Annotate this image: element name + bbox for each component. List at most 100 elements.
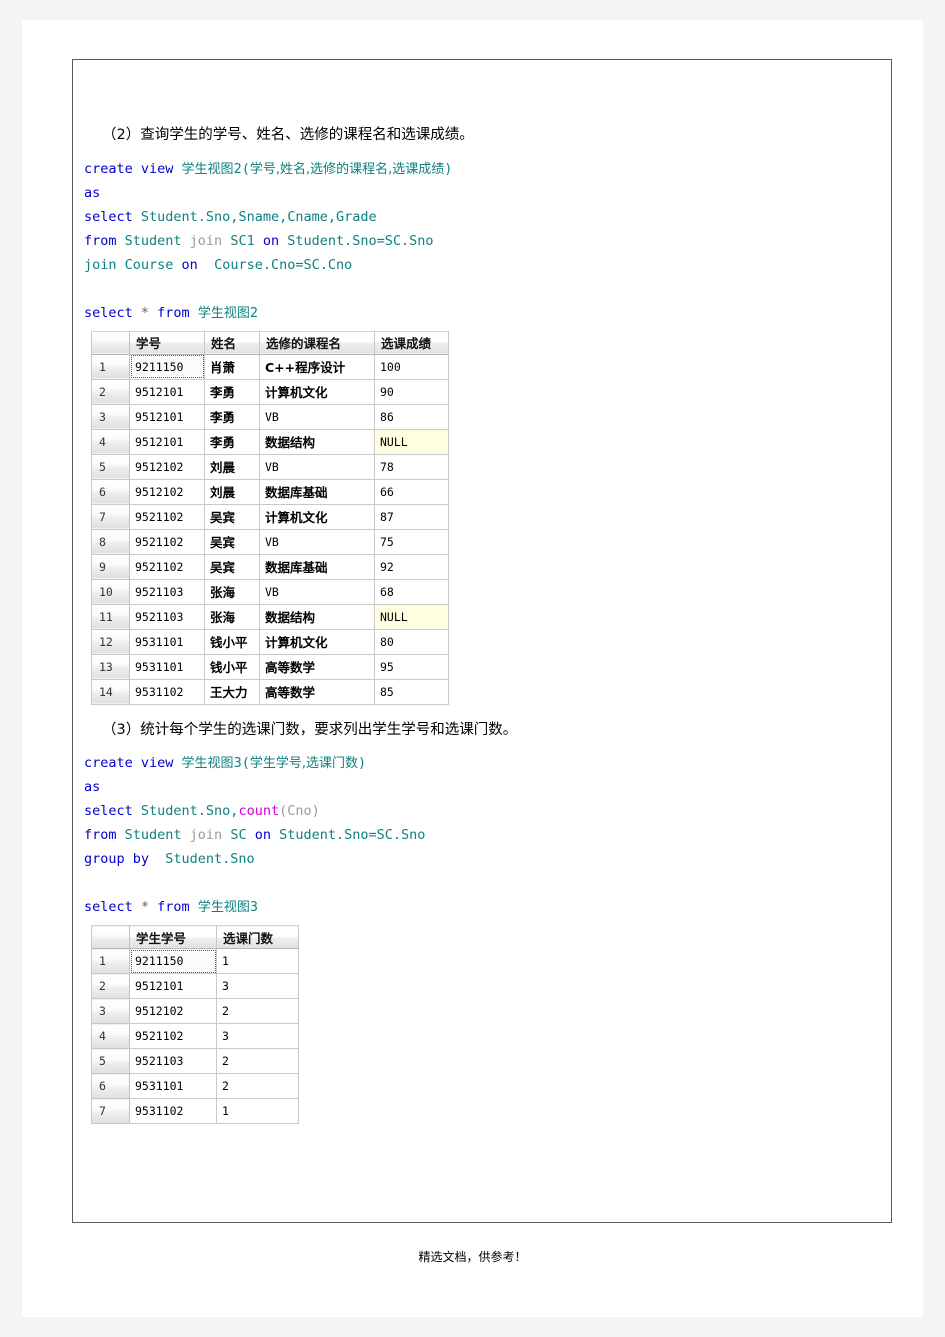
- grid-cell[interactable]: 9521102: [129, 1023, 217, 1049]
- grid-cell[interactable]: 9521102: [129, 553, 205, 580]
- grid-cell[interactable]: 吴宾: [204, 553, 260, 580]
- grid-cell[interactable]: VB: [259, 578, 375, 605]
- grid-row-number[interactable]: 11: [91, 603, 130, 630]
- grid-cell[interactable]: 9531102: [129, 678, 205, 705]
- grid-cell[interactable]: 9521103: [129, 578, 205, 605]
- grid-cell[interactable]: 计算机文化: [259, 378, 375, 405]
- grid-column-header-1[interactable]: 姓名: [204, 330, 260, 355]
- grid-cell[interactable]: 9531101: [129, 1073, 217, 1099]
- grid-cell[interactable]: 100: [374, 353, 449, 380]
- grid-row-number[interactable]: 3: [91, 998, 130, 1024]
- grid-cell[interactable]: 9531101: [129, 653, 205, 680]
- grid-cell[interactable]: VB: [259, 528, 375, 555]
- table-row[interactable]: 1 9211150 肖萧 C++程序设计 100: [91, 353, 449, 380]
- grid-row-number[interactable]: 14: [91, 678, 130, 705]
- grid-cell[interactable]: 计算机文化: [259, 628, 375, 655]
- grid-cell[interactable]: 92: [374, 553, 449, 580]
- grid-cell[interactable]: 9521102: [129, 503, 205, 530]
- grid-cell[interactable]: 刘晨: [204, 453, 260, 480]
- grid-cell[interactable]: 3: [216, 1023, 299, 1049]
- table-row[interactable]: 7 9521102 吴宾 计算机文化 87: [91, 503, 449, 530]
- grid-cell[interactable]: 86: [374, 403, 449, 430]
- table-row[interactable]: 4 9521102 3: [91, 1023, 299, 1049]
- grid-cell[interactable]: 66: [374, 478, 449, 505]
- table-row[interactable]: 11 9521103 张海 数据结构 NULL: [91, 603, 449, 630]
- grid-cell[interactable]: 王大力: [204, 678, 260, 705]
- grid-row-number[interactable]: 6: [91, 1073, 130, 1099]
- grid-row-number[interactable]: 7: [91, 503, 130, 530]
- grid-row-number[interactable]: 5: [91, 453, 130, 480]
- grid-cell[interactable]: 9521103: [129, 603, 205, 630]
- grid-cell[interactable]: VB: [259, 403, 375, 430]
- grid-cell[interactable]: VB: [259, 453, 375, 480]
- grid-cell[interactable]: 9512101: [129, 403, 205, 430]
- table-row[interactable]: 9 9521102 吴宾 数据库基础 92: [91, 553, 449, 580]
- grid-cell[interactable]: 肖萧: [204, 353, 260, 380]
- grid-cell[interactable]: 9211150: [129, 948, 217, 974]
- grid-cell[interactable]: 李勇: [204, 378, 260, 405]
- grid-row-number[interactable]: 1: [91, 353, 130, 380]
- grid-cell[interactable]: C++程序设计: [259, 353, 375, 380]
- grid-cell[interactable]: 数据库基础: [259, 478, 375, 505]
- grid-cell[interactable]: 3: [216, 973, 299, 999]
- grid-cell[interactable]: 张海: [204, 603, 260, 630]
- grid-cell[interactable]: 刘晨: [204, 478, 260, 505]
- table-row[interactable]: 6 9512102 刘晨 数据库基础 66: [91, 478, 449, 505]
- grid-row-number[interactable]: 2: [91, 378, 130, 405]
- grid-body[interactable]: 1 9211150 肖萧 C++程序设计 100 2 9512101 李勇 计算机文化 90 3 95…: [91, 353, 449, 705]
- grid-column-header-0[interactable]: 学生学号: [129, 925, 217, 949]
- grid-column-header-0[interactable]: 学号: [129, 330, 205, 355]
- grid-cell[interactable]: 2: [216, 1048, 299, 1074]
- grid-row-number[interactable]: 5: [91, 1048, 130, 1074]
- grid-cell[interactable]: NULL: [374, 603, 449, 630]
- grid-row-number[interactable]: 10: [91, 578, 130, 605]
- grid-column-header-3[interactable]: 选课成绩: [374, 330, 449, 355]
- grid-row-number[interactable]: 9: [91, 553, 130, 580]
- grid-cell[interactable]: 85: [374, 678, 449, 705]
- grid-row-number[interactable]: 8: [91, 528, 130, 555]
- grid-column-header-1[interactable]: 选课门数: [216, 925, 299, 949]
- table-row[interactable]: 10 9521103 张海 VB 68: [91, 578, 449, 605]
- grid-cell[interactable]: 张海: [204, 578, 260, 605]
- grid-cell[interactable]: 9531101: [129, 628, 205, 655]
- grid-row-number[interactable]: 6: [91, 478, 130, 505]
- grid-cell[interactable]: NULL: [374, 428, 449, 455]
- grid-cell[interactable]: 9512101: [129, 378, 205, 405]
- grid-cell[interactable]: 90: [374, 378, 449, 405]
- grid-cell[interactable]: 9521103: [129, 1048, 217, 1074]
- grid-cell[interactable]: 李勇: [204, 428, 260, 455]
- grid-row-number[interactable]: 4: [91, 1023, 130, 1049]
- grid-cell[interactable]: 78: [374, 453, 449, 480]
- grid-cell[interactable]: 9512101: [129, 428, 205, 455]
- table-row[interactable]: 13 9531101 钱小平 高等数学 95: [91, 653, 449, 680]
- grid-cell[interactable]: 9512101: [129, 973, 217, 999]
- table-row[interactable]: 6 9531101 2: [91, 1073, 299, 1099]
- table-row[interactable]: 5 9512102 刘晨 VB 78: [91, 453, 449, 480]
- table-row[interactable]: 1 9211150 1: [91, 948, 299, 974]
- grid-cell[interactable]: 9531102: [129, 1098, 217, 1124]
- table-row[interactable]: 3 9512101 李勇 VB 86: [91, 403, 449, 430]
- grid-column-header-2[interactable]: 选修的课程名: [259, 330, 375, 355]
- table-row[interactable]: 12 9531101 钱小平 计算机文化 80: [91, 628, 449, 655]
- grid-cell[interactable]: 9512102: [129, 998, 217, 1024]
- grid-cell[interactable]: 计算机文化: [259, 503, 375, 530]
- grid-cell[interactable]: 钱小平: [204, 628, 260, 655]
- grid-cell[interactable]: 吴宾: [204, 503, 260, 530]
- grid-cell[interactable]: 2: [216, 998, 299, 1024]
- grid-row-number[interactable]: 3: [91, 403, 130, 430]
- table-row[interactable]: 4 9512101 李勇 数据结构 NULL: [91, 428, 449, 455]
- table-row[interactable]: 14 9531102 王大力 高等数学 85: [91, 678, 449, 705]
- result-grid-view3[interactable]: 学生学号 选课门数 1 9211150 1 2 9512101 3 3 9512102 2 4 952…: [91, 925, 299, 1124]
- grid-cell[interactable]: 1: [216, 948, 299, 974]
- grid-cell[interactable]: 68: [374, 578, 449, 605]
- grid-row-number[interactable]: 7: [91, 1098, 130, 1124]
- grid-cell[interactable]: 2: [216, 1073, 299, 1099]
- grid-cell[interactable]: 80: [374, 628, 449, 655]
- grid-cell[interactable]: 李勇: [204, 403, 260, 430]
- grid-cell[interactable]: 高等数学: [259, 678, 375, 705]
- grid-cell[interactable]: 数据结构: [259, 428, 375, 455]
- grid-cell[interactable]: 数据库基础: [259, 553, 375, 580]
- grid-corner-header[interactable]: [91, 925, 130, 949]
- grid-cell[interactable]: 9521102: [129, 528, 205, 555]
- table-row[interactable]: 2 9512101 3: [91, 973, 299, 999]
